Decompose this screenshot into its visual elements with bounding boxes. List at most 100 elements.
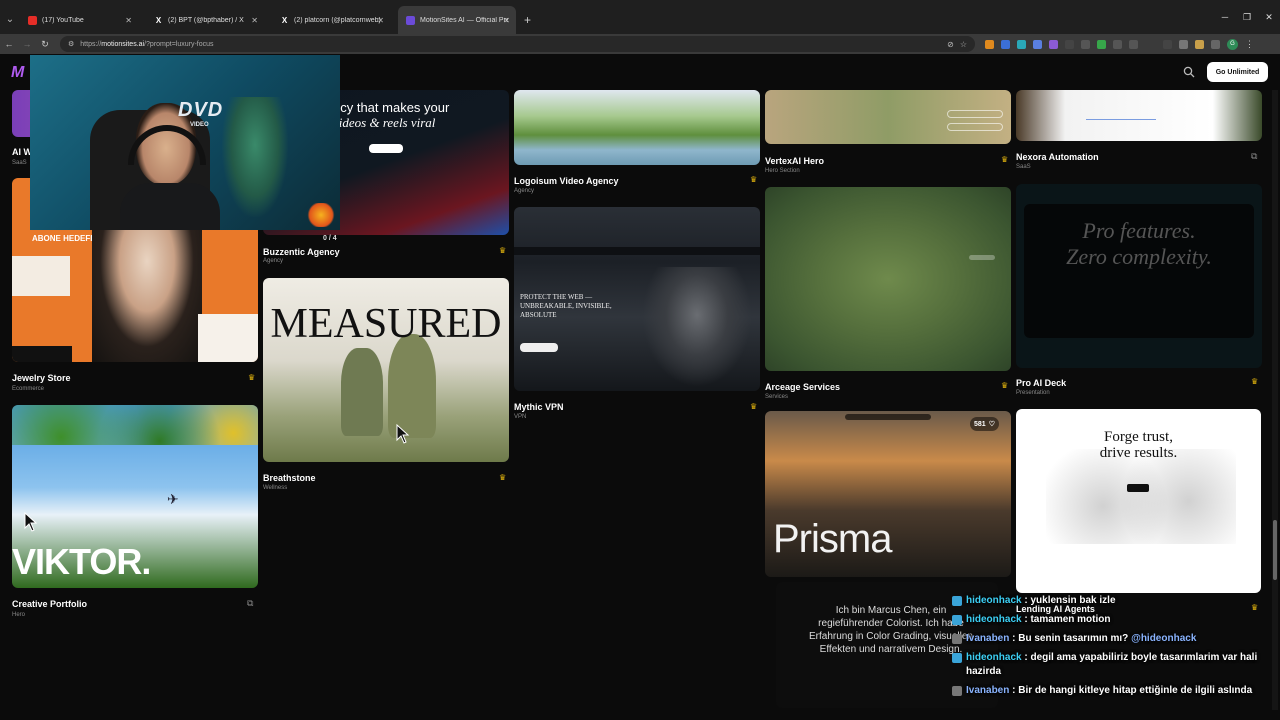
template-card-vertexai-hero[interactable] [765, 90, 1011, 144]
eye-off-icon[interactable]: ⊘ [947, 40, 954, 49]
back-icon[interactable]: ← [0, 39, 18, 49]
search-icon[interactable] [1183, 66, 1195, 78]
bookmark-star-icon[interactable]: ☆ [960, 40, 967, 49]
tab-motionsites[interactable]: MotionSites AI — Official Prem ✕ [398, 6, 516, 34]
site-logo[interactable]: M [11, 64, 24, 82]
tab-label: (2) BPT (@bpthaber) / X [168, 16, 244, 24]
template-title[interactable]: Jewelry Store [12, 373, 71, 383]
template-card-lending-ai-agents[interactable]: Forge trust, drive results. [1016, 409, 1261, 593]
tab-search-dropdown-icon[interactable]: ⌄ [0, 4, 20, 34]
chat-message: Ivanaben : Bu senin tasarımın mı? @hideo… [950, 632, 1270, 646]
template-category: VPN [514, 414, 527, 420]
hero-cta-button[interactable] [369, 144, 403, 153]
template-card-arceage-services[interactable] [765, 187, 1011, 371]
template-category: SaaS [1016, 164, 1031, 170]
hero-cta-button[interactable] [969, 255, 995, 260]
tab-youtube[interactable]: (17) YouTube ✕ [20, 6, 138, 34]
extension-icon[interactable] [1049, 39, 1058, 49]
site-info-icon[interactable]: ⚙ [68, 40, 74, 48]
chat-message: Ivanaben : Bir de hangi kitleye hitap et… [950, 684, 1270, 698]
reload-icon[interactable]: ↻ [36, 39, 54, 50]
template-title[interactable]: VertexAI Hero [765, 156, 824, 166]
chat-message: hideonhack : degil ama yapabiliriz boyle… [950, 651, 1270, 679]
template-title[interactable]: Breathstone [263, 473, 316, 483]
address-bar[interactable]: ⚙ https://motionsites.ai/?prompt=luxury-… [60, 36, 975, 52]
template-title[interactable]: AI W [12, 147, 32, 157]
template-title[interactable]: Nexora Automation [1016, 152, 1099, 162]
template-card-nexora-automation[interactable] [1016, 90, 1262, 141]
minimize-icon[interactable]: ─ [1214, 0, 1236, 34]
restore-icon[interactable]: ❐ [1236, 0, 1258, 34]
hero-cta-button[interactable] [947, 110, 1003, 118]
jewelry-model-image [92, 218, 202, 362]
flame-badge-icon [306, 203, 336, 227]
profile-avatar[interactable]: G [1227, 38, 1238, 50]
copy-icon[interactable]: ⧉ [247, 598, 253, 609]
extension-icon[interactable] [1033, 39, 1042, 49]
extension-icon[interactable] [1129, 39, 1138, 49]
copy-icon[interactable]: ⧉ [1251, 151, 1257, 162]
hero-text: Pro features. [1082, 218, 1196, 243]
forward-icon[interactable]: → [18, 39, 36, 49]
template-title[interactable]: Arceage Services [765, 382, 840, 392]
hero-secondary-button[interactable] [947, 123, 1003, 131]
extension-icon[interactable] [1001, 39, 1010, 49]
template-card-prisma[interactable]: 581 ♡ Prisma [765, 411, 1011, 577]
tab-label: (17) YouTube [42, 16, 84, 24]
template-title[interactable]: Pro AI Deck [1016, 378, 1066, 388]
window-controls: ─ ❐ ✕ [1214, 0, 1280, 34]
template-category: Presentation [1016, 390, 1050, 396]
template-title[interactable]: Mythic VPN [514, 402, 564, 412]
tab-label: (2) platcorn (@platcornweb) / X [294, 16, 382, 24]
template-title[interactable]: Buzzentic Agency [263, 247, 340, 257]
dashboard-chart [1086, 100, 1156, 120]
tab-x-bpthaber[interactable]: X (2) BPT (@bpthaber) / X ✕ [146, 6, 264, 34]
prisma-nav [845, 414, 931, 420]
dvd-logo: DVD [178, 99, 224, 121]
template-card-pro-ai-deck[interactable]: Pro features. Zero complexity. [1016, 184, 1262, 368]
close-icon[interactable]: ✕ [125, 16, 132, 25]
extension-icon[interactable] [1113, 39, 1122, 49]
tab-x-platcorn[interactable]: X (2) platcorn (@platcornweb) / X ✕ [272, 6, 390, 34]
url-domain: motionsites.ai [101, 40, 145, 48]
template-card-breathstone[interactable]: MEASURED [263, 278, 509, 462]
like-counter[interactable]: 581 ♡ [970, 417, 999, 431]
extensions-puzzle-icon[interactable] [1179, 39, 1188, 49]
premium-crown-icon: ♛ [1251, 377, 1259, 386]
chat-username: Ivanaben [966, 685, 1010, 696]
new-tab-button[interactable]: + [524, 6, 531, 34]
subscriber-badge-icon [952, 615, 962, 625]
user-badge-icon [952, 634, 962, 644]
template-category: Ecommerce [12, 386, 45, 392]
stream-overlay-text: ABONE HEDEFI [32, 234, 93, 243]
screen: ⌄ (17) YouTube ✕ X (2) BPT (@bpthaber) /… [0, 0, 1280, 720]
template-card-mythic-vpn[interactable]: PROTECT THE WEB — UNBREAKABLE, INVISIBLE… [514, 207, 760, 391]
close-icon[interactable]: ✕ [377, 16, 384, 25]
close-icon[interactable]: ✕ [251, 16, 258, 25]
template-title[interactable]: Creative Portfolio [12, 599, 87, 609]
template-card-logoisum-video-agency[interactable] [514, 90, 760, 165]
close-icon[interactable]: ✕ [503, 16, 510, 25]
close-window-icon[interactable]: ✕ [1258, 0, 1280, 34]
template-title[interactable]: Logoisum Video Agency [514, 176, 619, 186]
page-scrollbar-thumb[interactable] [1273, 520, 1277, 580]
extension-icon[interactable] [1211, 39, 1220, 49]
template-category: Hero Section [765, 168, 800, 174]
extension-icon[interactable] [1017, 39, 1026, 49]
extension-icon[interactable] [1163, 39, 1172, 49]
go-unlimited-button[interactable]: Go Unlimited [1207, 62, 1268, 82]
heart-icon: ♡ [988, 421, 995, 428]
chat-text: Bu senin tasarımın mı? [1018, 633, 1129, 644]
jewelry-ring-panel [198, 314, 258, 362]
extension-icon[interactable] [1097, 39, 1106, 49]
template-card-creative-portfolio[interactable]: ✈ VIKTOR. [12, 405, 258, 588]
menu-kebab-icon[interactable]: ⋮ [1245, 39, 1254, 50]
dotted-hand-illustration [1046, 449, 1236, 544]
hero-cta-button[interactable] [520, 343, 558, 352]
extension-icon[interactable] [1081, 39, 1090, 49]
extension-icon[interactable] [1195, 39, 1204, 49]
mouse-cursor-icon [24, 512, 38, 532]
page-scrollbar[interactable] [1272, 90, 1278, 710]
extension-icon[interactable] [985, 39, 994, 49]
extension-icon[interactable] [1065, 39, 1074, 49]
